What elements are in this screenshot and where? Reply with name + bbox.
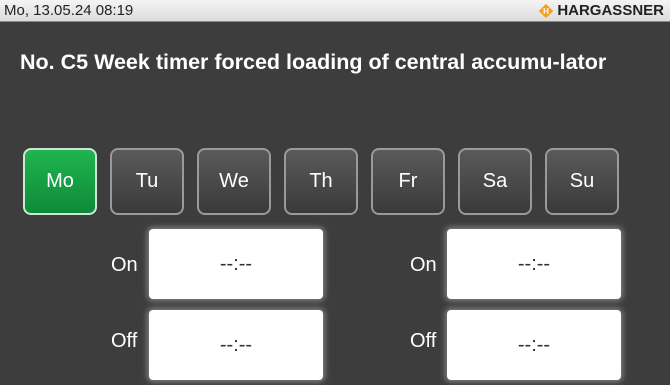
day-button-su[interactable]: Su: [545, 148, 619, 215]
off-time-field-slot1[interactable]: --:--: [149, 310, 323, 380]
off-label-slot1: Off: [111, 330, 138, 352]
status-bar: Mo, 13.05.24 08:19 H HARGASSNER: [0, 0, 670, 22]
on-label-slot2: On: [410, 254, 437, 276]
on-time-field-slot2[interactable]: --:--: [447, 229, 621, 299]
off-label-slot2: Off: [410, 330, 437, 352]
hargassner-logo-icon: H: [539, 3, 554, 18]
day-button-we[interactable]: We: [197, 148, 271, 215]
on-time-field-slot1[interactable]: --:--: [149, 229, 323, 299]
brand-name: HARGASSNER: [557, 2, 664, 19]
day-button-fr[interactable]: Fr: [371, 148, 445, 215]
brand: H HARGASSNER: [539, 2, 664, 19]
on-label-slot1: On: [111, 254, 138, 276]
page-title: No. C5 Week timer forced loading of cent…: [20, 50, 607, 74]
svg-text:H: H: [543, 7, 549, 16]
day-button-mo[interactable]: Mo: [23, 148, 97, 215]
day-button-sa[interactable]: Sa: [458, 148, 532, 215]
off-time-field-slot2[interactable]: --:--: [447, 310, 621, 380]
day-button-tu[interactable]: Tu: [110, 148, 184, 215]
day-button-th[interactable]: Th: [284, 148, 358, 215]
date-time: Mo, 13.05.24 08:19: [4, 2, 134, 19]
